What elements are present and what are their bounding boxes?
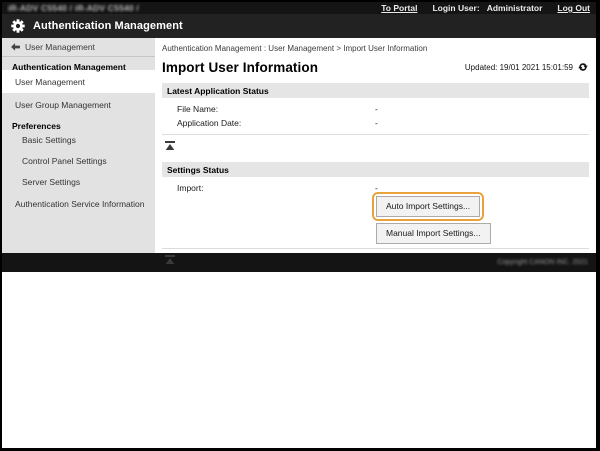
- title-row: Import User Information Updated: 19/01 2…: [162, 58, 589, 76]
- import-label: Import:: [177, 183, 375, 193]
- application-date-value: -: [375, 118, 589, 128]
- updated-timestamp: Updated: 19/01 2021 15:01:59: [465, 63, 573, 72]
- remote-ui-window: iR-ADV C5540 / iR-ADV C5540 / To Portal …: [0, 0, 600, 451]
- page-title: Import User Information: [162, 60, 318, 75]
- back-arrow-icon: [11, 43, 20, 51]
- top-status-bar: iR-ADV C5540 / iR-ADV C5540 / To Portal …: [2, 2, 596, 14]
- file-name-row: File Name: -: [162, 103, 589, 114]
- app-header: Authentication Management: [2, 14, 596, 38]
- sidebar-section-authentication-management: Authentication Management: [2, 57, 155, 70]
- import-value: -: [375, 183, 589, 193]
- sidebar: User Management Authentication Managemen…: [2, 38, 155, 253]
- sidebar-item-control-panel-settings[interactable]: Control Panel Settings: [2, 150, 155, 171]
- top-links: To Portal Login User: Administrator Log …: [381, 3, 590, 13]
- sidebar-item-basic-settings[interactable]: Basic Settings: [2, 129, 155, 150]
- device-name-text: iR-ADV C5540 / iR-ADV C5540 /: [8, 3, 139, 13]
- gear-icon: [11, 19, 25, 33]
- sidebar-item-user-management[interactable]: User Management: [2, 70, 155, 93]
- breadcrumb-separator: >: [334, 44, 343, 53]
- login-user-label: Login User:: [432, 3, 479, 13]
- section-latest-application-status: Latest Application Status: [162, 83, 589, 98]
- scroll-top-icon[interactable]: [165, 137, 175, 146]
- section-settings-status: Settings Status: [162, 162, 589, 177]
- divider: [162, 248, 589, 249]
- sidebar-item-server-settings[interactable]: Server Settings: [2, 171, 155, 192]
- sidebar-section-preferences: Preferences: [2, 116, 155, 129]
- sidebar-back-label: User Management: [25, 42, 95, 52]
- updated-status: Updated: 19/01 2021 15:01:59: [465, 61, 589, 73]
- refresh-icon[interactable]: [577, 61, 589, 73]
- login-user-value: Administrator: [487, 3, 543, 13]
- manual-import-settings-button[interactable]: Manual Import Settings...: [376, 223, 491, 244]
- sidebar-item-user-group-management[interactable]: User Group Management: [2, 93, 155, 116]
- application-date-row: Application Date: -: [162, 117, 589, 128]
- file-name-label: File Name:: [177, 104, 375, 114]
- auto-import-settings-button[interactable]: Auto Import Settings...: [376, 196, 480, 217]
- application-date-label: Application Date:: [177, 118, 375, 128]
- to-portal-link[interactable]: To Portal: [381, 3, 417, 13]
- main-content: Authentication Management : User Managem…: [155, 38, 596, 253]
- scroll-top-icon[interactable]: [165, 251, 175, 260]
- app-title: Authentication Management: [33, 20, 183, 32]
- breadcrumb: Authentication Management : User Managem…: [162, 44, 589, 54]
- file-name-value: -: [375, 104, 589, 114]
- divider: [162, 134, 589, 135]
- breadcrumb-parent-link[interactable]: User Management: [268, 44, 334, 53]
- logout-link[interactable]: Log Out: [557, 3, 590, 13]
- empty-area: [2, 272, 596, 446]
- breadcrumb-root: Authentication Management: [162, 44, 262, 53]
- highlight-outline: Auto Import Settings...: [372, 192, 484, 221]
- sidebar-back-user-management[interactable]: User Management: [2, 38, 155, 57]
- breadcrumb-current: Import User Information: [343, 44, 427, 53]
- copyright-text: Copyright CANON INC. 2021: [497, 259, 588, 266]
- sidebar-item-authentication-service-information[interactable]: Authentication Service Information: [2, 192, 155, 215]
